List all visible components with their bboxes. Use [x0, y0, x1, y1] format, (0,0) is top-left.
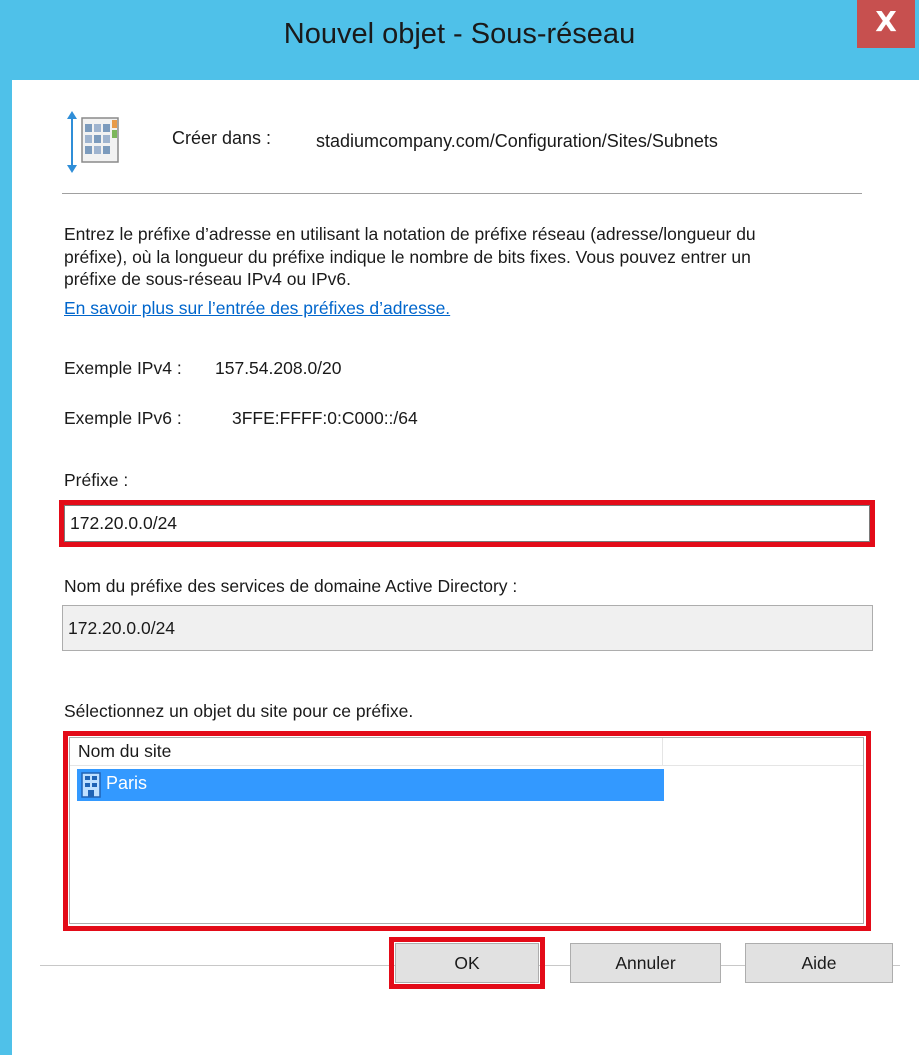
prefix-label: Préfixe :: [64, 470, 129, 490]
ipv4-example-label: Exemple IPv4 :: [64, 358, 182, 378]
header-separator: [62, 193, 862, 194]
help-button[interactable]: Aide: [745, 943, 893, 983]
cancel-button[interactable]: Annuler: [570, 943, 721, 983]
ad-prefix-label: Nom du préfixe des services de domaine A…: [64, 576, 518, 596]
prefix-input[interactable]: 172.20.0.0/24: [64, 505, 870, 542]
site-name-paris: Paris: [106, 773, 148, 793]
ipv4-example-value: 157.54.208.0/20: [215, 358, 342, 378]
create-in-label: Créer dans :: [172, 128, 272, 148]
title-bar[interactable]: Nouvel objet - Sous-réseau: [0, 0, 919, 80]
column-header-site-name[interactable]: Nom du site: [70, 738, 663, 766]
description-text: Entrez le préfixe d’adresse en utilisant…: [64, 224, 756, 289]
site-icon: [81, 772, 101, 798]
ipv6-example-label: Exemple IPv6 :: [64, 408, 182, 428]
site-list-header: Nom du site: [70, 738, 863, 766]
subnet-container-icon: [67, 111, 119, 173]
close-button[interactable]: X: [857, 0, 915, 48]
ipv6-example-value: 3FFE:FFFF:0:C000::/64: [232, 408, 418, 428]
create-in-path: stadiumcompany.com/Configuration/Sites/S…: [316, 131, 718, 151]
window-title: Nouvel objet - Sous-réseau: [283, 18, 636, 50]
list-item[interactable]: Paris: [77, 769, 664, 801]
site-list[interactable]: Nom du site Paris: [69, 737, 864, 924]
ok-button[interactable]: OK: [395, 943, 539, 983]
ad-prefix-field: 172.20.0.0/24: [62, 605, 873, 651]
site-select-label: Sélectionnez un objet du site pour ce pr…: [64, 701, 414, 721]
learn-more-link[interactable]: En savoir plus sur l’entrée des préfixes…: [64, 298, 450, 319]
